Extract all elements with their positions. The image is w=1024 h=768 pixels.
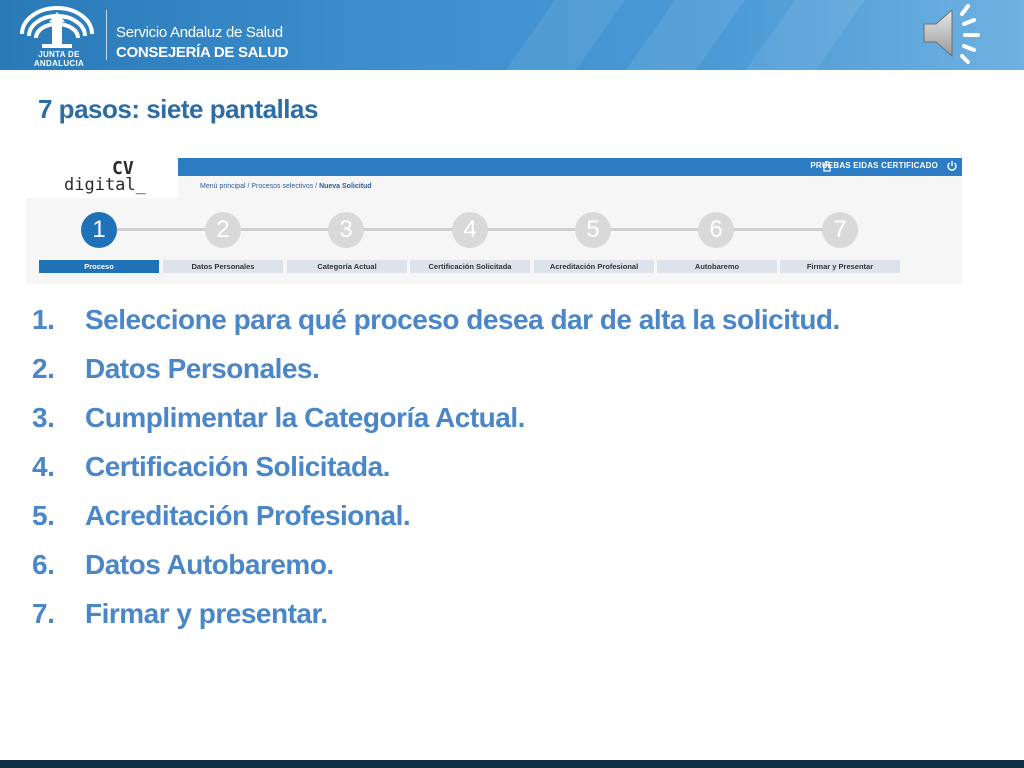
step-tab-firmar-presentar[interactable]: Firmar y Presentar [780, 260, 900, 273]
step-circle-3[interactable]: 3 [328, 212, 364, 248]
service-name: Servicio Andaluz de Salud [116, 24, 283, 41]
banner-decoration [597, 0, 753, 70]
step-tab-categoria-actual[interactable]: Categoría Actual [287, 260, 407, 273]
junta-label: JUNTA DE ANDALUCIA [33, 50, 85, 68]
list-item-number: 7. [32, 598, 55, 629]
list-item-number: 6. [32, 549, 55, 580]
list-item-text: Cumplimentar la Categoría Actual. [85, 402, 525, 433]
list-item-number: 2. [32, 353, 55, 384]
list-item-text: Datos Autobaremo. [85, 549, 334, 580]
header-banner: JUNTA DE ANDALUCIA Servicio Andaluz de S… [0, 0, 1024, 70]
logo-digital-text: digital_ [64, 175, 146, 195]
ministry-name: CONSEJERÍA DE SALUD [116, 44, 289, 61]
cv-digital-logo: CV digital_ [26, 158, 178, 198]
power-icon[interactable] [946, 160, 958, 172]
list-item-text: Seleccione para qué proceso desea dar de… [85, 304, 840, 335]
step-tab-autobaremo[interactable]: Autobaremo [657, 260, 777, 273]
list-item-number: 1. [32, 304, 55, 335]
step-circle-1[interactable]: 1 [81, 212, 117, 248]
step-tab-datos-personales[interactable]: Datos Personales [163, 260, 283, 273]
list-item-text: Firmar y presentar. [85, 598, 328, 629]
step-circle-5[interactable]: 5 [575, 212, 611, 248]
banner-decoration [717, 0, 873, 70]
step-circle-4[interactable]: 4 [452, 212, 488, 248]
step-circle-7[interactable]: 7 [822, 212, 858, 248]
step-circle-6[interactable]: 6 [698, 212, 734, 248]
breadcrumb-path[interactable]: Menú principal / Procesos selectivos / [200, 183, 319, 190]
user-label[interactable]: PRUEBAS EIDAS CERTIFICADO [810, 161, 938, 170]
step-tab-acreditacion-profesional[interactable]: Acreditación Profesional [534, 260, 654, 273]
app-screenshot: CV digital_ PRUEBAS EIDAS CERTIFICADO Me… [26, 158, 962, 284]
list-item-text: Certificación Solicitada. [85, 451, 390, 482]
breadcrumb: Menú principal / Procesos selectivos / N… [200, 183, 372, 190]
footer-bar [0, 760, 1024, 768]
list-item-text: Datos Personales. [85, 353, 320, 384]
list-item-text: Acreditación Profesional. [85, 500, 411, 531]
logo-divider [106, 10, 107, 60]
step-circle-2[interactable]: 2 [205, 212, 241, 248]
step-tab-certificacion-solicitada[interactable]: Certificación Solicitada [410, 260, 530, 273]
breadcrumb-current: Nueva Solicitud [319, 183, 372, 190]
banner-decoration [477, 0, 633, 70]
list-item-number: 5. [32, 500, 55, 531]
speaker-icon[interactable] [918, 2, 988, 64]
step-tab-proceso[interactable]: Proceso [39, 260, 159, 273]
slide-title: 7 pasos: siete pantallas [38, 94, 318, 124]
list-item-number: 4. [32, 451, 55, 482]
list-item-number: 3. [32, 402, 55, 433]
app-topbar: PRUEBAS EIDAS CERTIFICADO [178, 158, 962, 176]
